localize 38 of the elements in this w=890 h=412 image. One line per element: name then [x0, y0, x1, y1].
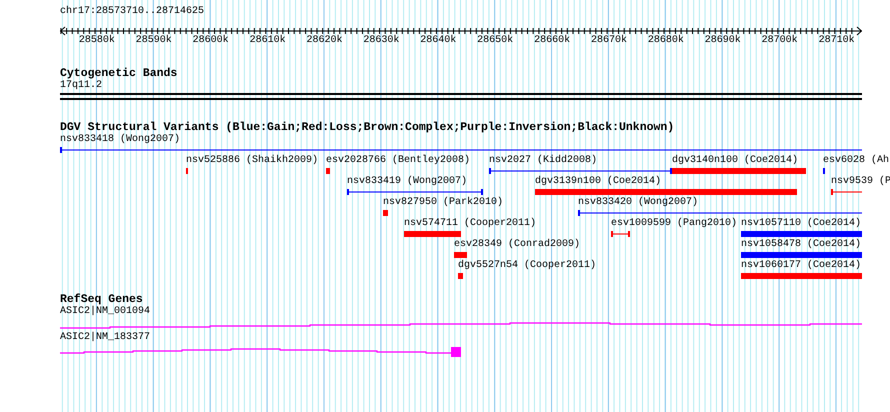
tick-label: 28680k — [648, 35, 684, 47]
track-title: Cytogenetic Bands — [60, 68, 178, 80]
tick-label: 28630k — [363, 35, 400, 47]
variant-label: esv28349 (Conrad2009) — [454, 239, 580, 251]
variant-label: esv6028 (Ah — [823, 155, 890, 167]
gene-label: ASIC2|NM_183377 — [60, 332, 152, 344]
tick-label: 28660k — [534, 35, 570, 47]
tick-label: 28650k — [477, 35, 514, 47]
variant-label: esv1009599 (Pang2010) — [611, 218, 738, 230]
band-label: 17q11.2 — [60, 80, 104, 92]
variant-label: nsv2027 (Kidd2008) — [489, 155, 598, 167]
track-title: RefSeq Genes — [60, 294, 143, 306]
variant-label: esv2028766 (Bentley2008) — [326, 155, 470, 167]
tick-label: 28580k — [78, 35, 115, 47]
variant-label: nsv1060177 (Coe2014) — [741, 260, 862, 272]
range-label: chr17:28573710..28714625 — [60, 6, 204, 18]
tick-label: 28710k — [818, 35, 855, 47]
variant-label: dgv3139n100 (Coe2014) — [535, 176, 662, 188]
variant-label: nsv525886 (Shaikh2009) — [186, 155, 318, 167]
variant-label: nsv833420 (Wong2007) — [578, 197, 698, 209]
gene-label: ASIC2|NM_001094 — [60, 306, 152, 318]
tick-label: 28590k — [136, 35, 172, 47]
variant-label: nsv827950 (Park2010) — [383, 197, 504, 209]
variant-label: nsv1057110 (Coe2014) — [741, 218, 862, 230]
tick-label: 28670k — [591, 35, 627, 47]
variant-label: nsv574711 (Cooper2011) — [404, 218, 536, 230]
tick-label: 28620k — [306, 35, 342, 47]
variant-label: nsv833419 (Wong2007) — [347, 176, 468, 188]
variant-label: dgv3140n100 (Coe2014) — [672, 155, 798, 167]
tick-label: 28690k — [704, 35, 741, 47]
variant-label: nsv1058478 (Coe2014) — [741, 239, 862, 251]
variant-label: dgv5527n54 (Cooper2011) — [458, 260, 596, 272]
tick-label: 28600k — [192, 35, 229, 47]
tick-label: 28610k — [250, 35, 286, 47]
variant-label: nsv833418 (Wong2007) — [60, 134, 180, 146]
track-title: DGV Structural Variants (Blue:Gain;Red:Loss;Brown:Complex;Purple:Inversion;Black:Unknown) — [60, 122, 676, 134]
tick-label: 28640k — [420, 35, 456, 47]
tick-label: 28700k — [762, 35, 798, 47]
